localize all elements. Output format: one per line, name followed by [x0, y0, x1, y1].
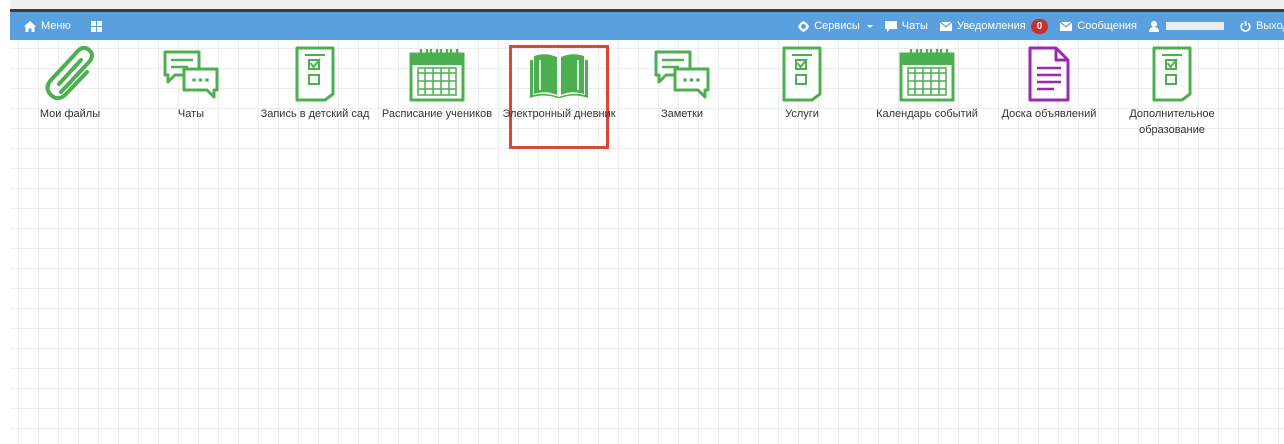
chats-link[interactable]: Чаты: [884, 20, 928, 32]
tile-chats[interactable]: Чаты: [131, 44, 251, 122]
messages-link[interactable]: Сообщения: [1060, 20, 1137, 32]
tile-additional-education[interactable]: Дополнительное образование: [1112, 44, 1232, 138]
tile-label: Услуги: [785, 108, 819, 120]
checklist-document-icon: [295, 46, 335, 102]
tile-label: Чаты: [177, 108, 205, 120]
grid-icon: [90, 20, 102, 32]
tile-kindergarten-enrollment[interactable]: Запись в детский сад: [255, 44, 375, 122]
calendar-icon: [409, 49, 465, 102]
apps-grid-button[interactable]: [90, 20, 102, 32]
calendar-icon: [899, 49, 955, 102]
services-label: Сервисы: [814, 20, 860, 32]
menu-button[interactable]: Меню: [24, 20, 71, 32]
tile-student-schedule[interactable]: Расписание учеников: [377, 44, 497, 122]
messages-label: Сообщения: [1077, 20, 1137, 32]
chat-bubbles-icon: [654, 50, 710, 99]
chat-bubbles-icon: [163, 50, 219, 99]
caret-down-icon: [866, 24, 873, 28]
tile-label: Заметки: [660, 108, 704, 120]
user-name-redacted: [1166, 22, 1224, 30]
tile-notes[interactable]: Заметки: [622, 44, 742, 122]
notifications-badge: 0: [1030, 18, 1049, 34]
tile-label: Доска объявлений: [1001, 108, 1097, 120]
tile-label: Мои файлы: [39, 108, 101, 120]
top-navbar: Меню Сервисы Чаты Уведомления 0 Сообщени…: [10, 12, 1284, 40]
notifications-label: Уведомления: [956, 20, 1026, 32]
notifications-link[interactable]: Уведомления 0: [939, 18, 1049, 34]
checklist-document-icon: [782, 46, 822, 102]
text-document-icon: [1028, 46, 1070, 102]
power-icon: [1240, 20, 1251, 32]
logout-link[interactable]: Выход: [1240, 20, 1284, 32]
tile-electronic-diary[interactable]: Электронный дневник: [499, 44, 619, 122]
checklist-document-icon: [1152, 46, 1192, 102]
tile-label: Календарь событий: [876, 108, 978, 120]
gear-icon: [798, 20, 810, 32]
menu-label: Меню: [41, 20, 71, 32]
tile-services[interactable]: Услуги: [742, 44, 862, 122]
tile-my-files[interactable]: Мои файлы: [10, 44, 130, 122]
logout-label: Выход: [1256, 20, 1284, 32]
tile-events-calendar[interactable]: Календарь событий: [867, 44, 987, 122]
envelope-icon: [1060, 21, 1073, 31]
paperclip-icon: [45, 45, 94, 101]
tile-label: Запись в детский сад: [260, 108, 370, 120]
tile-label: Расписание учеников: [381, 108, 493, 120]
tile-label: Электронный дневник: [502, 108, 616, 120]
user-profile-link[interactable]: [1149, 20, 1224, 32]
home-icon: [24, 20, 36, 32]
user-icon: [1149, 20, 1159, 32]
tile-bulletin-board[interactable]: Доска объявлений: [989, 44, 1109, 122]
services-dropdown[interactable]: Сервисы: [798, 20, 873, 32]
comment-icon: [884, 20, 897, 32]
tile-label: Дополнительное образование: [1129, 108, 1215, 136]
open-book-icon: [530, 54, 588, 98]
envelope-icon: [939, 21, 952, 31]
chats-label: Чаты: [901, 20, 928, 32]
